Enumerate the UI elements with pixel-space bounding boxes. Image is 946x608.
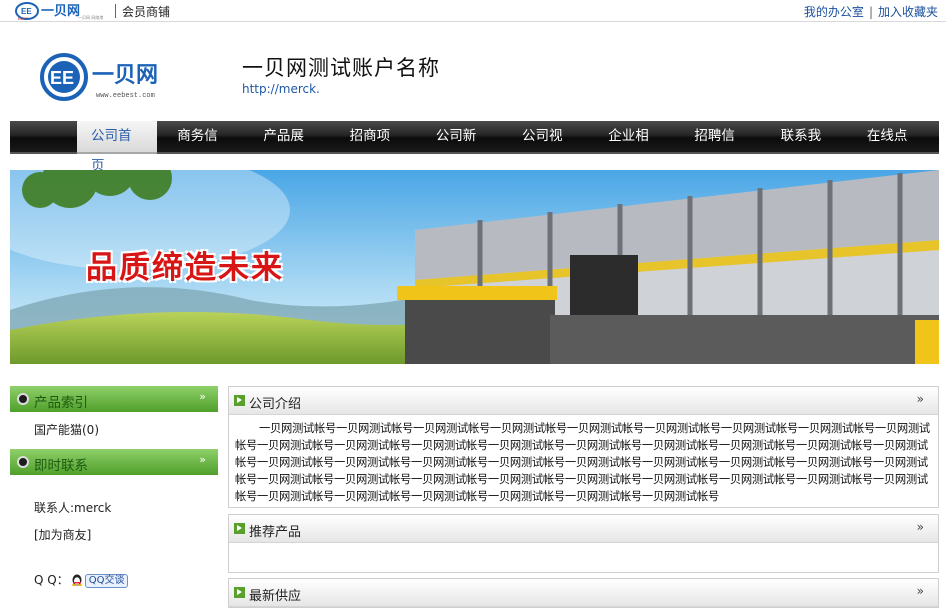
contact-person: 联系人:merck xyxy=(34,501,112,515)
nav-list: 公司首页 商务信息 产品展厅 招商项目 公司新闻 公司视频 企业相册 招聘信息 联系我们 在线点评 xyxy=(77,121,939,174)
svg-text:www.eebest.com: www.eebest.com xyxy=(96,92,155,100)
top-links: 我的办公室 | 加入收藏夹 xyxy=(804,3,938,20)
recommended-products-title: 推荐产品 xyxy=(249,525,302,540)
nav-item-8[interactable]: 联系我们 xyxy=(767,121,847,174)
latest-supply-panel: 最新供应 » xyxy=(228,578,939,608)
play-bullet-icon xyxy=(234,395,245,406)
add-favorite-link[interactable]: 加入收藏夹 xyxy=(878,5,938,19)
top-bar: EE BEST 一贝网 一贝网 网络港 会员商铺 我的办公室 | 加入收藏夹 xyxy=(0,0,946,22)
nav-item-1[interactable]: 商务信息 xyxy=(163,121,243,174)
latest-supply-title: 最新供应 xyxy=(249,589,302,604)
qq-label: Q Q： xyxy=(34,573,69,587)
site-logo[interactable]: EE BEST 一贝网 一贝网 网络港 xyxy=(14,1,106,21)
nav-item-9[interactable]: 在线点评 xyxy=(853,121,933,174)
nav-item-7[interactable]: 招聘信息 xyxy=(680,121,760,174)
nav-item-2[interactable]: 产品展厅 xyxy=(249,121,329,174)
expand-arrow-icon[interactable]: » xyxy=(199,453,206,466)
svg-text:BEST: BEST xyxy=(18,16,29,21)
brand-logo[interactable]: EE 一贝网 www.eebest.com xyxy=(40,51,180,103)
more-arrow-icon[interactable]: » xyxy=(917,392,924,406)
shop-header: EE 一贝网 www.eebest.com 一贝网测试账户名称 http://m… xyxy=(0,23,946,121)
play-bullet-icon xyxy=(234,523,245,534)
more-arrow-icon[interactable]: » xyxy=(917,520,924,534)
top-divider xyxy=(115,4,116,18)
qq-chat-button[interactable]: QQ交谈 xyxy=(84,574,129,588)
company-name: 一贝网测试账户名称 xyxy=(242,56,440,80)
nav-item-5[interactable]: 公司视频 xyxy=(508,121,588,174)
company-intro-header: 公司介绍 » xyxy=(229,387,938,415)
add-friend-link[interactable]: [加为商友] xyxy=(34,526,91,543)
nav-item-4[interactable]: 公司新闻 xyxy=(422,121,502,174)
company-url-link[interactable]: http://merck. xyxy=(242,82,320,96)
svg-text:一贝网: 一贝网 xyxy=(92,63,158,88)
company-intro-panel: 公司介绍 » 一贝网测试帐号一贝网测试帐号一贝网测试帐号一贝网测试帐号一贝网测试… xyxy=(228,386,939,508)
nav-item-0[interactable]: 公司首页 xyxy=(77,121,158,174)
bullet-icon xyxy=(17,393,29,405)
nav-item-6[interactable]: 企业相册 xyxy=(594,121,674,174)
my-office-link[interactable]: 我的办公室 xyxy=(804,5,864,19)
expand-arrow-icon[interactable]: » xyxy=(199,390,206,403)
svg-text:EE: EE xyxy=(21,7,32,16)
company-intro-text: 一贝网测试帐号一贝网测试帐号一贝网测试帐号一贝网测试帐号一贝网测试帐号一贝网测试… xyxy=(235,422,930,503)
qq-row: Q Q： QQ交谈 xyxy=(34,571,129,588)
company-intro-title: 公司介绍 xyxy=(249,397,302,412)
hero-banner: 品质缔造未来 xyxy=(10,170,939,364)
product-index-title: 产品索引 xyxy=(34,395,88,411)
qq-penguin-icon xyxy=(71,574,82,586)
instant-contact-title: 即时联系 xyxy=(34,458,88,474)
latest-supply-header: 最新供应 » xyxy=(229,579,938,607)
instant-contact-header: 即时联系 » xyxy=(10,449,218,475)
more-arrow-icon[interactable]: » xyxy=(917,584,924,598)
svg-text:EE: EE xyxy=(50,68,74,88)
bullet-icon xyxy=(17,456,29,468)
recommended-products-header: 推荐产品 » xyxy=(229,515,938,543)
svg-text:一贝网: 一贝网 xyxy=(41,4,80,19)
top-link-separator: | xyxy=(868,5,873,19)
nav-item-3[interactable]: 招商项目 xyxy=(336,121,416,174)
main-nav: 公司首页 商务信息 产品展厅 招商项目 公司新闻 公司视频 企业相册 招聘信息 联系我们 在线点评 xyxy=(10,121,939,174)
product-index-header: 产品索引 » xyxy=(10,386,218,412)
recommended-products-panel: 推荐产品 » xyxy=(228,514,939,573)
banner-slogan: 品质缔造未来 xyxy=(86,250,284,286)
member-shop-label: 会员商铺 xyxy=(122,5,171,19)
svg-text:一贝网 网络港: 一贝网 网络港 xyxy=(78,14,103,20)
product-category-link[interactable]: 国产能猫(0) xyxy=(34,421,99,438)
